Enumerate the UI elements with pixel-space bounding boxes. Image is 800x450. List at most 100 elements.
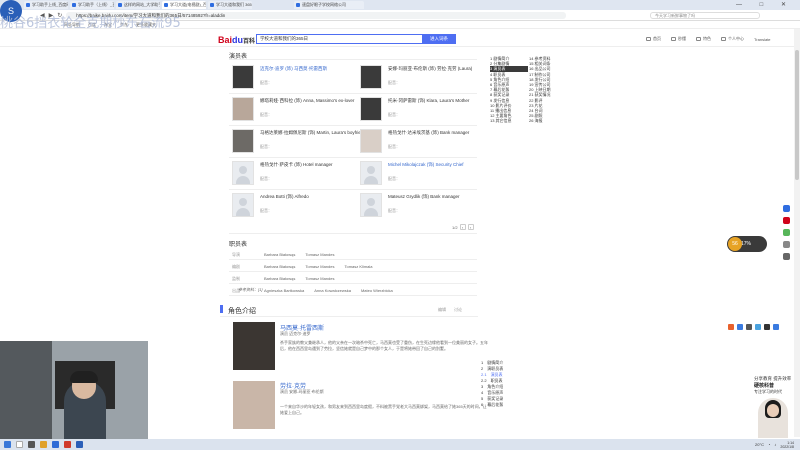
star-icon: [696, 37, 701, 41]
top-link-special[interactable]: 特色: [696, 36, 711, 42]
cast-photo[interactable]: [360, 97, 382, 121]
tool-icon[interactable]: [755, 324, 761, 330]
cast-dub: 配音：: [388, 112, 400, 117]
staff-name[interactable]: Barbara Białowąs: [264, 264, 295, 270]
tool-icon[interactable]: [764, 324, 770, 330]
cast-photo[interactable]: [232, 97, 254, 121]
browser-tab[interactable]: 学习助手上线_百度网: [24, 1, 68, 9]
cast-name[interactable]: 托米·冈萨雷斯 (饰) Klara, Laura's Mother: [388, 98, 500, 104]
tool-icon[interactable]: [773, 324, 779, 330]
divider: [229, 259, 477, 260]
comment-icon[interactable]: [782, 241, 790, 248]
staff-name[interactable]: Agnieszka Bartkowska: [264, 288, 304, 294]
search-button[interactable]: 进入词条: [422, 34, 456, 44]
divider: [229, 125, 477, 126]
weather-temp[interactable]: 20°C: [755, 442, 764, 447]
top-link-translate[interactable]: Translate: [754, 36, 771, 42]
popup-tab[interactable]: 速盘好眼子学校网络公司: [294, 1, 364, 9]
right-toolbar: [781, 205, 791, 260]
cast-photo[interactable]: [360, 193, 382, 217]
role-photo[interactable]: [233, 322, 275, 370]
divider: [229, 157, 477, 158]
staff-name[interactable]: Barbara Białowąs: [264, 276, 295, 282]
cast-photo[interactable]: [232, 129, 254, 153]
browser-tab[interactable]: 学习大道和我们 3651...: [208, 1, 252, 9]
cast-name[interactable]: 格热戈什·萨皮卡 (饰) Hotel manager: [260, 162, 372, 168]
start-icon[interactable]: [4, 441, 11, 448]
top-link-label: 首页: [653, 36, 661, 41]
cast-name[interactable]: 格热戈什·达米埃茨基 (饰) Bank manager: [388, 130, 500, 136]
cast-photo[interactable]: [232, 193, 254, 217]
role-description: 杀手家族的教父兼继承人，他的父亲在一次暗杀中死亡，马西莫也受了重伤，在生死边缘他…: [280, 340, 488, 351]
wechat-icon[interactable]: [782, 229, 790, 236]
cast-photo[interactable]: [232, 161, 254, 185]
search-icon[interactable]: [16, 441, 23, 448]
baidu-logo[interactable]: Baidu百科: [218, 35, 255, 45]
divider: [229, 233, 477, 234]
cast-name[interactable]: 娜塔莉娅·西科拉 (饰) Anna, Massimo's ex-lover: [260, 98, 372, 104]
section-marker: [220, 305, 223, 313]
browser-icon[interactable]: [52, 441, 59, 448]
cast-name[interactable]: Michel Mikolajczak (饰) Security Chief: [388, 162, 500, 168]
cast-name[interactable]: 安娜-玛丽亚·布伦斯 (饰) 劳拉·克劳 (Laura): [388, 66, 500, 72]
cast-name[interactable]: 迈克尔·迪罗 (饰) 马西莫·托雷西斯: [260, 66, 372, 72]
top-link-label: Translate: [754, 36, 771, 42]
share-icon[interactable]: [782, 205, 790, 212]
cast-name[interactable]: Mateusz Grydlik (饰) Bank manager: [388, 194, 500, 200]
cast-card[interactable]: Mateusz Grydlik (饰) Bank manager 配音：: [360, 193, 600, 223]
top-link-user[interactable]: 个人中心: [721, 36, 744, 42]
taskview-icon[interactable]: [28, 441, 35, 448]
browser-search-input[interactable]: 今天学习新鲜事物了吗: [650, 12, 760, 19]
tool-icon[interactable]: [737, 324, 743, 330]
wifi-icon[interactable]: ◔: [768, 442, 770, 447]
staff-name[interactable]: Anna Kowalczewska: [314, 288, 351, 294]
prev-page-button[interactable]: ‹: [459, 224, 466, 230]
cast-dub: 配音：: [388, 144, 400, 149]
cast-photo[interactable]: [360, 161, 382, 185]
app-icon[interactable]: [64, 441, 71, 448]
discuss-link[interactable]: 讨论: [454, 307, 462, 313]
divider: [229, 189, 477, 190]
toc-item[interactable]: 26 海报: [529, 118, 567, 123]
browser-tab-active[interactable]: 学习大道(电视剧)_百度百科: [162, 1, 206, 9]
folder-icon[interactable]: [40, 441, 47, 448]
browser-tab[interactable]: 学习助手（上线）_百度: [70, 1, 114, 9]
logo-blue: du: [232, 35, 244, 45]
staff-name[interactable]: Tomasz Mandes: [305, 252, 334, 258]
staff-name[interactable]: Mateo Wierzbicka: [361, 288, 393, 294]
clock[interactable]: 1:14 2022/1/8: [780, 441, 794, 449]
top-link-home[interactable]: 首页: [646, 36, 661, 42]
cast-dub: 配音：: [260, 144, 272, 149]
edit-link[interactable]: 编辑: [438, 307, 446, 313]
report-icon[interactable]: [782, 253, 790, 260]
volume-icon[interactable]: ♪: [774, 442, 776, 447]
role-photo[interactable]: [233, 381, 275, 429]
cast-name[interactable]: 马格达莱娜·拉姆佩尼斯 (饰) Martin, Laura's boyfrien…: [260, 130, 372, 136]
scrollbar-thumb[interactable]: [795, 50, 799, 180]
staff-role-label: 导演: [232, 252, 240, 257]
badge-value: 56: [728, 237, 742, 251]
tool-icon[interactable]: [728, 324, 734, 330]
browser-taskbar-icon[interactable]: [76, 441, 83, 448]
cast-photo[interactable]: [360, 65, 382, 89]
cast-dub: 配音：: [260, 80, 272, 85]
tool-icon[interactable]: [746, 324, 752, 330]
cast-name[interactable]: Andrea Botti (饰) Alfredo: [260, 194, 372, 200]
browser-tab[interactable]: 这样的网站_大学助手_百度: [116, 1, 160, 9]
cast-card[interactable]: Michel Mikolajczak (饰) Security Chief 配音：: [360, 161, 600, 191]
floating-toc-item[interactable]: 6 幕后花絮: [481, 402, 503, 408]
search-input[interactable]: 学校大道和我们的365日: [256, 34, 422, 44]
staff-name[interactable]: Tomasz Mandes: [305, 276, 334, 282]
network-speed-badge[interactable]: 56 17%: [727, 236, 767, 252]
window-controls[interactable]: — □ ✕: [736, 1, 794, 8]
top-link-video[interactable]: 秒懂: [671, 36, 686, 42]
collect-icon[interactable]: [782, 217, 790, 224]
cast-photo[interactable]: [232, 65, 254, 89]
staff-name[interactable]: Tomasz Klimala: [344, 264, 372, 270]
toc-item[interactable]: 13 其它信息: [490, 118, 528, 123]
cast-photo[interactable]: [360, 129, 382, 153]
roles-actions: 编辑 讨论: [438, 307, 462, 313]
staff-name[interactable]: Tomasz Mandes: [305, 264, 334, 270]
next-page-button[interactable]: ›: [467, 224, 474, 230]
staff-name[interactable]: Barbara Białowąs: [264, 252, 295, 258]
